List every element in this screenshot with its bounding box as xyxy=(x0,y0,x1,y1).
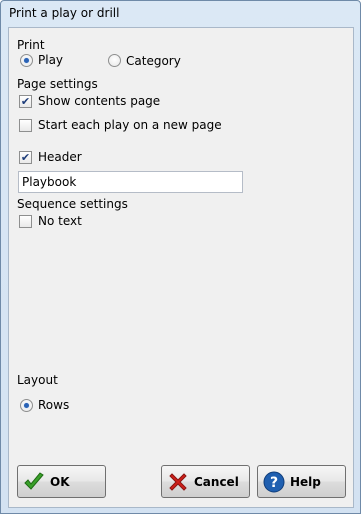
radio-rows[interactable] xyxy=(20,399,33,412)
page-settings-label: Page settings xyxy=(17,77,98,91)
print-dialog-window: Print a play or drill Print Play Categor… xyxy=(0,0,361,514)
header-checkbox[interactable]: ✔ xyxy=(19,151,32,164)
radio-category[interactable] xyxy=(108,54,121,67)
header-text-input[interactable]: Playbook xyxy=(18,171,243,193)
cancel-button[interactable]: Cancel xyxy=(161,465,250,498)
sequence-settings-label: Sequence settings xyxy=(17,197,128,211)
header-checkbox-label[interactable]: Header xyxy=(38,150,82,164)
svg-text:?: ? xyxy=(270,475,278,491)
dialog-content: Print Play Category Page settings ✔ Show… xyxy=(8,27,354,458)
radio-play[interactable] xyxy=(20,54,33,67)
help-button[interactable]: ? Help xyxy=(257,465,346,498)
show-contents-checkbox[interactable]: ✔ xyxy=(19,95,32,108)
radio-play-label[interactable]: Play xyxy=(38,53,63,67)
window-title: Print a play or drill xyxy=(9,6,120,20)
blue-question-icon: ? xyxy=(263,471,285,493)
print-group-label: Print xyxy=(17,38,45,52)
button-bar: OK Cancel ? Help xyxy=(8,457,354,508)
new-page-label[interactable]: Start each play on a new page xyxy=(38,118,222,132)
green-checkmark-icon xyxy=(24,472,44,490)
new-page-checkbox[interactable] xyxy=(19,119,32,132)
radio-category-label[interactable]: Category xyxy=(126,54,181,68)
ok-button[interactable]: OK xyxy=(17,465,106,498)
show-contents-label[interactable]: Show contents page xyxy=(38,94,160,108)
no-text-label[interactable]: No text xyxy=(38,214,82,228)
red-x-icon xyxy=(169,473,187,491)
radio-rows-label[interactable]: Rows xyxy=(38,398,69,412)
cancel-button-label: Cancel xyxy=(194,475,239,489)
no-text-checkbox[interactable] xyxy=(19,215,32,228)
help-button-label: Help xyxy=(290,475,321,489)
layout-label: Layout xyxy=(17,373,58,387)
ok-button-label: OK xyxy=(50,475,70,489)
